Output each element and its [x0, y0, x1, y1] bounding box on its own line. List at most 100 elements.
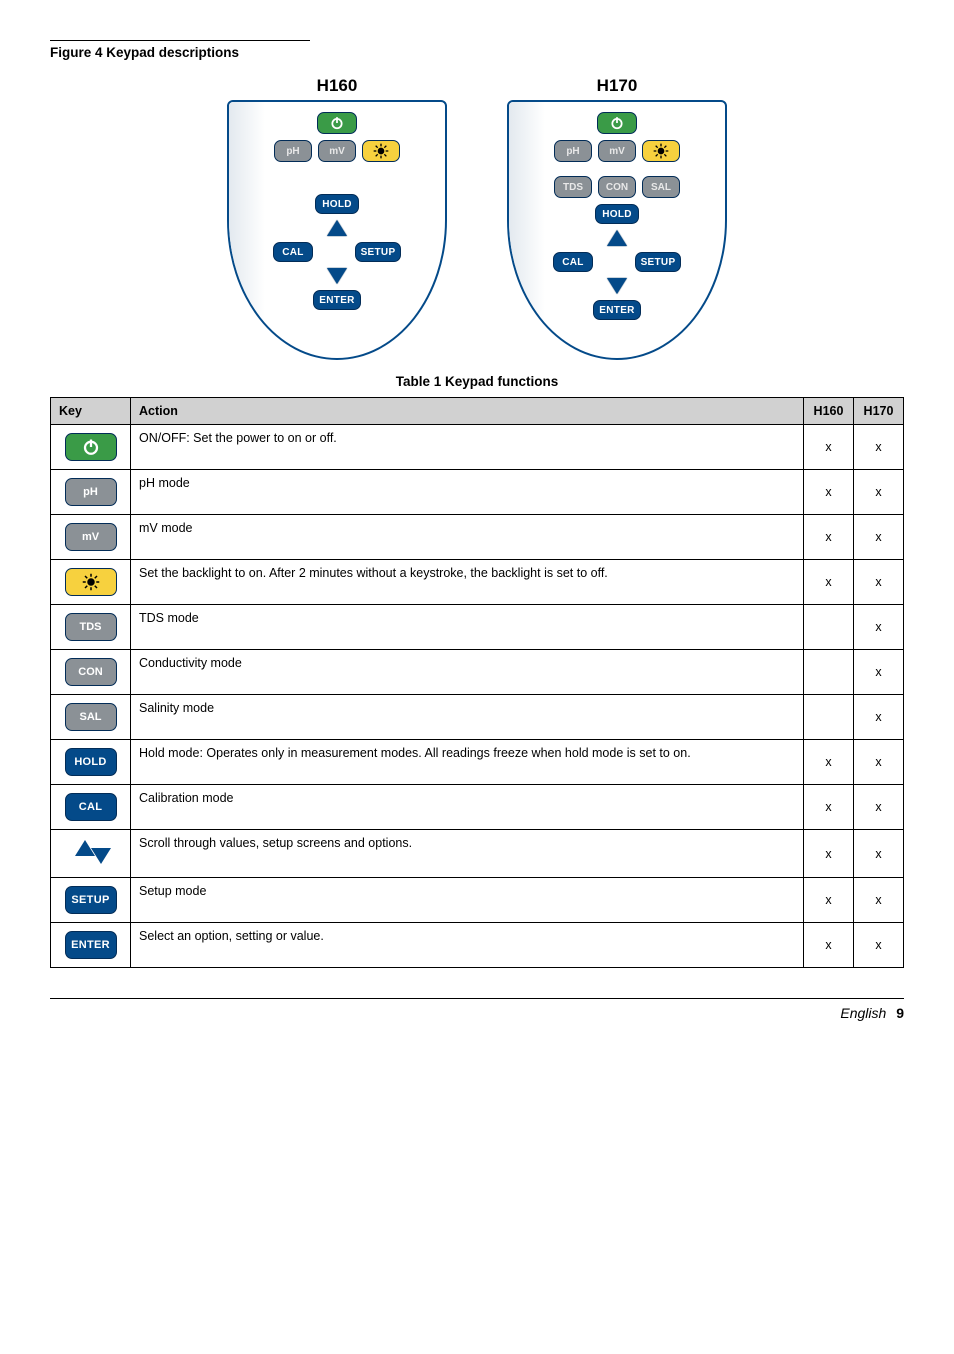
arrow-down-icon: [327, 268, 347, 284]
figure-caption: Figure 4 Keypad descriptions: [50, 45, 904, 60]
th-h170: H170: [854, 398, 904, 425]
cal-key: CAL: [553, 252, 593, 272]
cell-key: [51, 560, 131, 605]
cell-action: Salinity mode: [131, 695, 804, 740]
hold-key: HOLD: [65, 748, 117, 776]
power-icon: [597, 112, 637, 134]
cell-action: mV mode: [131, 515, 804, 560]
table-row: mVmV modexx: [51, 515, 904, 560]
cell-action: Scroll through values, setup screens and…: [131, 830, 804, 878]
cell-h170: x: [854, 515, 904, 560]
cell-key: CAL: [51, 785, 131, 830]
table-row: Scroll through values, setup screens and…: [51, 830, 904, 878]
ph-key: pH: [274, 140, 312, 162]
cell-key: TDS: [51, 605, 131, 650]
cell-action: Hold mode: Operates only in measurement …: [131, 740, 804, 785]
tds-key: TDS: [554, 176, 592, 198]
sal-key: SAL: [65, 703, 117, 731]
keypad-functions-table: Key Action H160 H170 ON/OFF: Set the pow…: [50, 397, 904, 968]
arrow-up-icon: [607, 230, 627, 246]
cell-h170: x: [854, 830, 904, 878]
keypad-shine: [509, 102, 545, 358]
backlight-icon: [65, 568, 117, 596]
table-row: CALCalibration modexx: [51, 785, 904, 830]
cell-h160: x: [804, 830, 854, 878]
page-footer: English 9: [50, 998, 904, 1021]
mv-key: mV: [65, 523, 117, 551]
footer-language: English: [840, 1005, 886, 1021]
table-row: CON Conductivity mode x: [51, 650, 904, 695]
th-action: Action: [131, 398, 804, 425]
th-h160: H160: [804, 398, 854, 425]
keypad-h170-body: pH mV TDS CON SAL HOLD CAL SETUP ENTE: [507, 100, 727, 360]
cell-h160: x: [804, 425, 854, 470]
cell-key: HOLD: [51, 740, 131, 785]
setup-key: SETUP: [355, 242, 401, 262]
cell-key: mV: [51, 515, 131, 560]
header-rule: [50, 40, 310, 41]
cell-h170: x: [854, 923, 904, 968]
enter-key: ENTER: [313, 290, 361, 310]
cell-h170: x: [854, 695, 904, 740]
cell-key: CON: [51, 650, 131, 695]
cell-h170: x: [854, 470, 904, 515]
cell-action: Conductivity mode: [131, 650, 804, 695]
keypad-h170: H170 pH mV TDS CON SAL HOLD: [507, 76, 727, 360]
cell-h160: x: [804, 470, 854, 515]
cell-key: [51, 830, 131, 878]
cal-key: CAL: [273, 242, 313, 262]
cell-h160: x: [804, 923, 854, 968]
cell-action: Select an option, setting or value.: [131, 923, 804, 968]
cell-h160: [804, 650, 854, 695]
backlight-icon: [642, 140, 680, 162]
con-key: CON: [65, 658, 117, 686]
keypad-h170-title: H170: [597, 76, 638, 96]
hold-key: HOLD: [315, 194, 359, 214]
keypad-h160: H160 pH mV HOLD CAL SETUP: [227, 76, 447, 360]
cell-h160: x: [804, 560, 854, 605]
backlight-icon: [362, 140, 400, 162]
keypad-h160-body: pH mV HOLD CAL SETUP ENTER: [227, 100, 447, 360]
hold-key: HOLD: [595, 204, 639, 224]
setup-key: SETUP: [635, 252, 681, 272]
arrow-up-down-icon: [71, 838, 111, 866]
cell-h170: x: [854, 605, 904, 650]
keypad-h160-title: H160: [317, 76, 358, 96]
cell-h170: x: [854, 425, 904, 470]
cell-key: pH: [51, 470, 131, 515]
cell-h170: x: [854, 560, 904, 605]
cell-h170: x: [854, 650, 904, 695]
th-key: Key: [51, 398, 131, 425]
cell-h160: x: [804, 740, 854, 785]
power-icon: [65, 433, 117, 461]
setup-key: SETUP: [65, 886, 117, 914]
cell-h160: [804, 695, 854, 740]
cell-action: pH mode: [131, 470, 804, 515]
cell-h160: x: [804, 785, 854, 830]
mv-key: mV: [598, 140, 636, 162]
cell-h170: x: [854, 785, 904, 830]
cell-key: [51, 425, 131, 470]
enter-key: ENTER: [593, 300, 641, 320]
cell-action: TDS mode: [131, 605, 804, 650]
table-caption: Table 1 Keypad functions: [50, 374, 904, 389]
cell-h160: [804, 605, 854, 650]
cell-key: SETUP: [51, 878, 131, 923]
cell-h170: x: [854, 878, 904, 923]
cell-key: ENTER: [51, 923, 131, 968]
table-row: TDSTDS mode x: [51, 605, 904, 650]
table-row: SETUPSetup modexx: [51, 878, 904, 923]
ph-key: pH: [65, 478, 117, 506]
cal-key: CAL: [65, 793, 117, 821]
table-row: pHpH modexx: [51, 470, 904, 515]
cell-h170: x: [854, 740, 904, 785]
footer-page-number: 9: [896, 1005, 904, 1021]
cell-key: SAL: [51, 695, 131, 740]
ph-key: pH: [554, 140, 592, 162]
cell-action: Set the backlight to on. After 2 minutes…: [131, 560, 804, 605]
table-row: HOLD Hold mode: Operates only in measurem…: [51, 740, 904, 785]
table-row: Set the backlight to on. After 2 minutes…: [51, 560, 904, 605]
table-row: ENTERSelect an option, setting or value.…: [51, 923, 904, 968]
cell-action: Calibration mode: [131, 785, 804, 830]
cell-h160: x: [804, 878, 854, 923]
